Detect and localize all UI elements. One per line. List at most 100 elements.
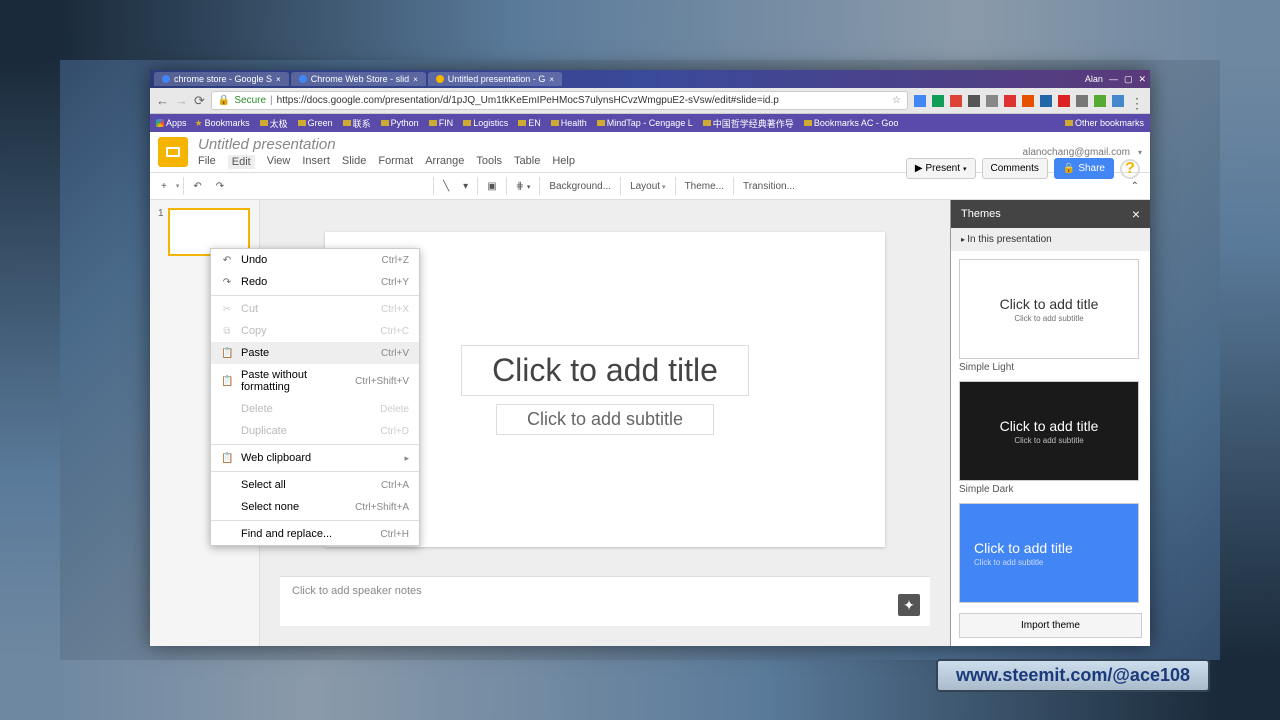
menu-file[interactable]: File	[198, 155, 216, 169]
menu-view[interactable]: View	[267, 155, 291, 169]
nav-reload-icon[interactable]: ⟳	[194, 93, 205, 109]
ext-icon[interactable]	[1040, 95, 1052, 107]
bookmark-item[interactable]: 太极	[260, 117, 288, 130]
tab-close-icon[interactable]: ×	[413, 75, 418, 84]
layout-button[interactable]: Layout	[625, 178, 671, 195]
theme-card[interactable]: Click to add titleClick to add subtitle	[959, 503, 1142, 603]
bookmark-item[interactable]: 中国哲学经典著作导	[703, 117, 794, 130]
menu-item-paste-without-formatting[interactable]: 📋Paste without formattingCtrl+Shift+V	[211, 364, 419, 398]
window-max-icon[interactable]: ▢	[1124, 74, 1133, 85]
themes-panel: Themes × In this presentation Click to a…	[950, 200, 1150, 646]
browser-tab[interactable]: Untitled presentation - G×	[428, 72, 562, 86]
menu-item-web-clipboard[interactable]: 📋Web clipboard▸	[211, 447, 419, 469]
ext-icon[interactable]	[932, 95, 944, 107]
menu-item-delete: DeleteDelete	[211, 398, 419, 420]
ext-icon[interactable]	[914, 95, 926, 107]
menu-item-cut: ✂CutCtrl+X	[211, 298, 419, 320]
help-icon[interactable]: ?	[1120, 159, 1140, 179]
menu-item-redo[interactable]: ↷RedoCtrl+Y	[211, 271, 419, 293]
extension-icons: ⋮	[914, 95, 1144, 107]
subtitle-placeholder[interactable]: Click to add subtitle	[496, 404, 714, 435]
transition-button[interactable]: Transition...	[738, 178, 800, 195]
share-button[interactable]: 🔒 Share	[1054, 158, 1114, 179]
redo-icon[interactable]: ↷	[211, 178, 229, 195]
ext-icon[interactable]	[1112, 95, 1124, 107]
address-bar: ← → ⟳ 🔒 Secure | https://docs.google.com…	[150, 88, 1150, 114]
ext-icon[interactable]	[1004, 95, 1016, 107]
menu-format[interactable]: Format	[378, 155, 413, 169]
menu-help[interactable]: Help	[552, 155, 575, 169]
lock-icon: 🔒	[218, 95, 230, 106]
bookmark-item[interactable]: MindTap - Cengage L	[597, 117, 693, 130]
align-icon[interactable]: ⋕ ▾	[511, 178, 536, 195]
explore-icon[interactable]: ✦	[898, 594, 920, 616]
comments-button[interactable]: Comments	[982, 158, 1048, 179]
bookmark-item[interactable]: Logistics	[463, 117, 508, 130]
slides-logo-icon[interactable]	[158, 137, 188, 167]
menu-item-paste[interactable]: 📋PasteCtrl+V	[211, 342, 419, 364]
ext-icon[interactable]	[950, 95, 962, 107]
line-icon[interactable]: ╲	[438, 178, 454, 195]
menu-table[interactable]: Table	[514, 155, 540, 169]
other-bookmarks[interactable]: Other bookmarks	[1065, 118, 1144, 128]
title-placeholder[interactable]: Click to add title	[461, 345, 749, 396]
close-panel-icon[interactable]: ×	[1132, 206, 1140, 222]
menu-arrange[interactable]: Arrange	[425, 155, 464, 169]
bookmark-item[interactable]: ★Bookmarks	[195, 117, 250, 130]
menu-tools[interactable]: Tools	[476, 155, 502, 169]
nav-forward-icon[interactable]: →	[175, 93, 188, 108]
edit-dropdown: ↶UndoCtrl+Z↷RedoCtrl+Y ✂CutCtrl+X⧉CopyCtr…	[210, 248, 420, 546]
bookmark-item[interactable]: FIN	[429, 117, 454, 130]
url-input[interactable]: 🔒 Secure | https://docs.google.com/prese…	[211, 91, 908, 110]
tab-close-icon[interactable]: ×	[549, 75, 554, 84]
theme-card[interactable]: Click to add titleClick to add subtitleS…	[959, 259, 1142, 373]
ext-icon[interactable]	[968, 95, 980, 107]
new-slide-button[interactable]: +	[156, 178, 172, 195]
bookmark-item[interactable]: Health	[551, 117, 587, 130]
themes-subheader: In this presentation	[951, 228, 1150, 251]
menu-insert[interactable]: Insert	[302, 155, 330, 169]
doc-title[interactable]: Untitled presentation	[198, 136, 1023, 153]
menu-icon[interactable]: ⋮	[1130, 95, 1144, 107]
bookmark-item[interactable]: Python	[381, 117, 419, 130]
menu-edit[interactable]: Edit	[228, 155, 255, 169]
menu-item-undo[interactable]: ↶UndoCtrl+Z	[211, 249, 419, 271]
present-button[interactable]: ▶ Present ▾	[906, 158, 976, 179]
apps-button[interactable]: Apps	[156, 118, 187, 128]
tab-close-icon[interactable]: ×	[276, 75, 281, 84]
bookmark-item[interactable]: 联系	[343, 117, 371, 130]
undo-icon[interactable]: ↶	[188, 178, 206, 195]
menu-slide[interactable]: Slide	[342, 155, 366, 169]
menu-item-find-and-replace-[interactable]: Find and replace...Ctrl+H	[211, 523, 419, 545]
speaker-notes[interactable]: Click to add speaker notes ✦	[280, 576, 930, 626]
import-theme-button[interactable]: Import theme	[959, 613, 1142, 638]
themes-header: Themes	[961, 208, 1001, 220]
browser-tab[interactable]: Chrome Web Store - slid×	[291, 72, 426, 86]
user-email[interactable]: alanochang@gmail.com	[1023, 147, 1130, 158]
bookmark-item[interactable]: EN	[518, 117, 541, 130]
bookmarks-bar: Apps ★Bookmarks 太极 Green 联系 Python FIN Logisti…	[150, 114, 1150, 132]
browser-tab[interactable]: chrome store - Google S×	[154, 72, 289, 86]
collapse-icon[interactable]: ⌃	[1126, 178, 1144, 195]
bookmark-item[interactable]: Green	[298, 117, 333, 130]
bookmark-item[interactable]: Bookmarks AC - Goo	[804, 117, 899, 130]
theme-card[interactable]: Click to add titleClick to add subtitleS…	[959, 381, 1142, 495]
browser-window: chrome store - Google S×Chrome Web Store…	[150, 70, 1150, 646]
ext-icon[interactable]	[1022, 95, 1034, 107]
textbox-icon[interactable]: ▣	[482, 178, 501, 195]
menu-item-copy: ⧉CopyCtrl+C	[211, 320, 419, 342]
ext-icon[interactable]	[1094, 95, 1106, 107]
ext-icon[interactable]	[1058, 95, 1070, 107]
menu-item-duplicate: DuplicateCtrl+D	[211, 420, 419, 442]
ext-icon[interactable]	[986, 95, 998, 107]
theme-button[interactable]: Theme...	[680, 178, 729, 195]
ext-icon[interactable]	[1076, 95, 1088, 107]
menu-item-select-all[interactable]: Select allCtrl+A	[211, 474, 419, 496]
arrow-icon[interactable]: ▾	[458, 178, 473, 195]
nav-back-icon[interactable]: ←	[156, 93, 169, 108]
menu-item-select-none[interactable]: Select noneCtrl+Shift+A	[211, 496, 419, 518]
background-button[interactable]: Background...	[544, 178, 616, 195]
window-close-icon[interactable]: ✕	[1138, 74, 1146, 85]
window-min-icon[interactable]: —	[1109, 74, 1118, 84]
star-icon[interactable]: ☆	[892, 95, 901, 106]
